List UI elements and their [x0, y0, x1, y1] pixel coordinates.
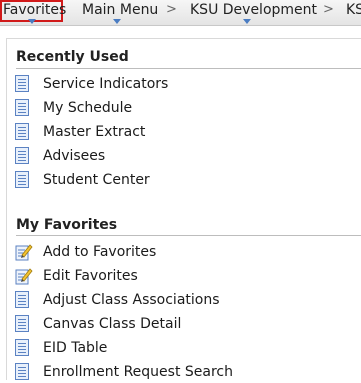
- document-icon: [15, 339, 29, 356]
- favorite-item-add-to-favorites[interactable]: Add to Favorites: [15, 241, 355, 263]
- recently-used-heading: Recently Used: [16, 49, 129, 65]
- document-icon: [15, 99, 29, 116]
- menu-item-label: Add to Favorites: [43, 244, 157, 260]
- ksu-development-menu[interactable]: KSU Development: [190, 0, 317, 24]
- edit-pencil-icon: [15, 244, 33, 261]
- document-icon: [15, 171, 29, 188]
- section-divider: [16, 235, 361, 236]
- ksu-development-dropdown-icon[interactable]: [243, 19, 251, 24]
- menu-item-label: Advisees: [43, 148, 106, 164]
- recent-item-service-indicators[interactable]: Service Indicators: [15, 73, 355, 95]
- document-icon: [15, 315, 29, 332]
- menu-item-label: Canvas Class Detail: [43, 316, 182, 332]
- breadcrumb-separator-icon: >: [323, 2, 334, 17]
- truncated-menu-label: KS: [346, 2, 361, 18]
- recent-item-student-center[interactable]: Student Center: [15, 169, 355, 191]
- section-divider: [16, 68, 361, 69]
- main-menu-label: Main Menu: [82, 2, 159, 18]
- favorite-item-adjust-class-associations[interactable]: Adjust Class Associations: [15, 289, 355, 311]
- document-icon: [15, 123, 29, 140]
- edit-pencil-icon: [15, 268, 33, 285]
- menu-item-label: Master Extract: [43, 124, 146, 140]
- recent-item-advisees[interactable]: Advisees: [15, 145, 355, 167]
- recent-item-my-schedule[interactable]: My Schedule: [15, 97, 355, 119]
- document-icon: [15, 291, 29, 308]
- main-menu-dropdown-icon[interactable]: [113, 19, 121, 24]
- recent-item-master-extract[interactable]: Master Extract: [15, 121, 355, 143]
- breadcrumb-separator-icon: >: [166, 2, 177, 17]
- menu-item-label: My Schedule: [43, 100, 133, 116]
- favorites-dropdown-icon[interactable]: [28, 19, 36, 24]
- menu-item-label: Service Indicators: [43, 76, 169, 92]
- favorites-dropdown-panel: Recently Used Service Indicators My Sche…: [6, 38, 361, 380]
- truncated-menu[interactable]: KS: [346, 0, 361, 24]
- favorites-label: Favorites: [3, 2, 67, 18]
- favorite-item-edit-favorites[interactable]: Edit Favorites: [15, 265, 355, 287]
- menu-item-label: EID Table: [43, 340, 108, 356]
- favorite-item-eid-table[interactable]: EID Table: [15, 337, 355, 359]
- menu-item-label: Edit Favorites: [43, 268, 138, 284]
- menu-item-label: Student Center: [43, 172, 150, 188]
- ksu-development-label: KSU Development: [190, 2, 318, 18]
- menu-item-label: Adjust Class Associations: [43, 292, 220, 308]
- favorite-item-canvas-class-detail[interactable]: Canvas Class Detail: [15, 313, 355, 335]
- document-icon: [15, 147, 29, 164]
- top-navigation-bar: Favorites Main Menu > KSU Development > …: [0, 0, 361, 26]
- menu-item-label: Enrollment Request Search: [43, 364, 233, 380]
- document-icon: [15, 75, 29, 92]
- my-favorites-heading: My Favorites: [16, 217, 118, 233]
- document-icon: [15, 363, 29, 380]
